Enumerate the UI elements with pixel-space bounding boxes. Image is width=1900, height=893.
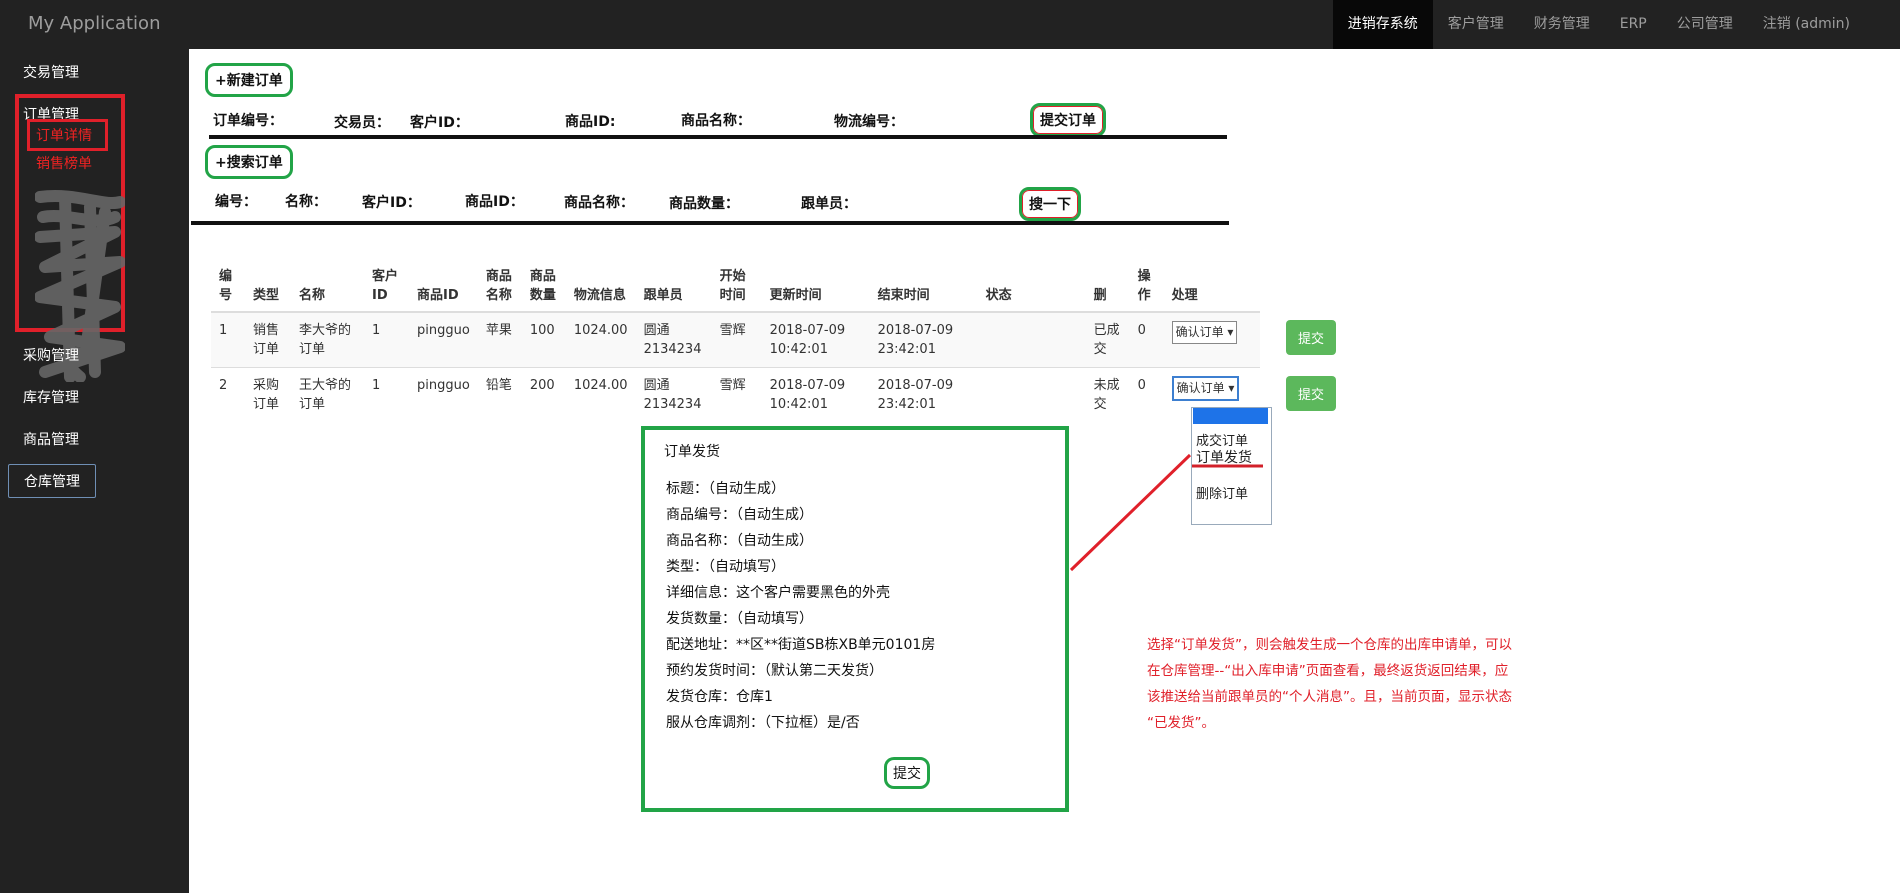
annotation-line: 在仓库管理--“出入库申请”页面查看，最终返货返回结果，应 xyxy=(1147,663,1509,679)
annotation-line: “已发货”。 xyxy=(1147,715,1215,731)
annotation-connector xyxy=(1069,453,1192,572)
annotation-line: 选择“订单发货”，则会触发生成一个仓库的出库申请单，可以 xyxy=(1147,637,1512,653)
annotation-line: 该推送给当前跟单员的“个人消息”。且，当前页面，显示状态 xyxy=(1147,689,1512,705)
annotation-note: 选择“订单发货”，则会触发生成一个仓库的出库申请单，可以 在仓库管理--“出入库… xyxy=(1147,632,1587,736)
annotation-overlay xyxy=(1069,453,1263,572)
